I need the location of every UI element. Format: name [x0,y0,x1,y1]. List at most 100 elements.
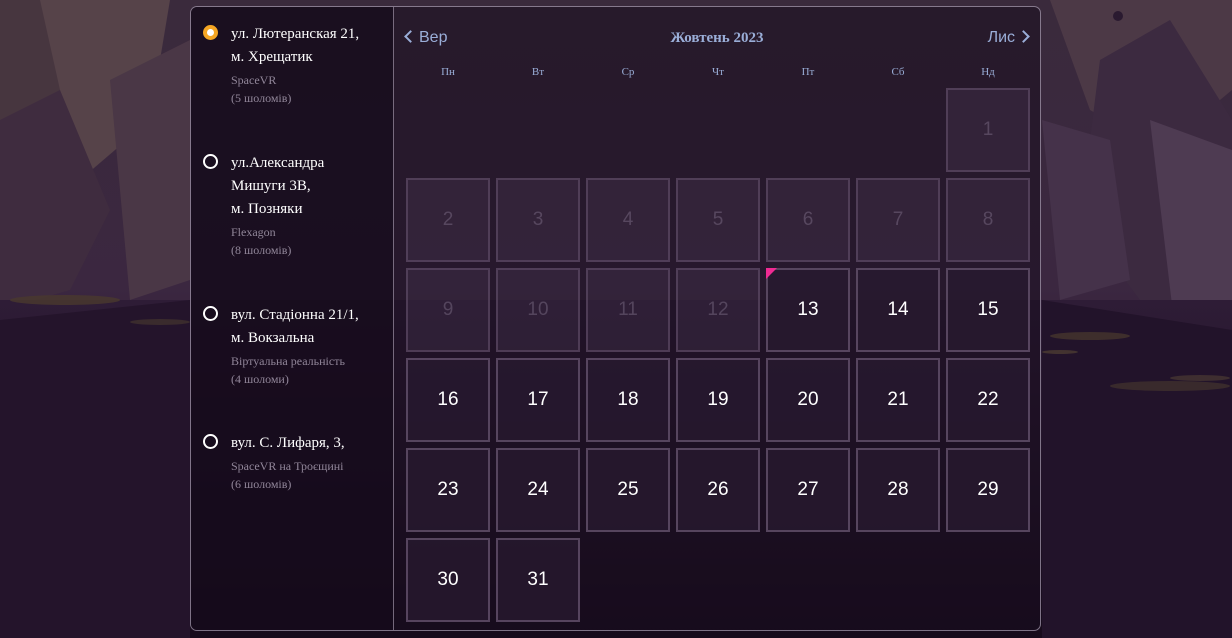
day-cell-25[interactable]: 25 [586,448,670,532]
day-cell-29[interactable]: 29 [946,448,1030,532]
today-marker-icon [766,268,777,279]
day-number: 24 [527,479,549,500]
day-number: 28 [887,479,909,500]
day-cell-5: 5 [676,178,760,262]
day-cell-24[interactable]: 24 [496,448,580,532]
day-cell-15[interactable]: 15 [946,268,1030,352]
day-cell-17[interactable]: 17 [496,358,580,442]
location-venue: SpaceVR [231,73,277,87]
day-cell-4: 4 [586,178,670,262]
location-address: м. Позняки [231,201,303,217]
location-item-stadionna[interactable]: вул. Стадіонна 21/1, м. Вокзальна Віртуа… [203,304,383,388]
day-number: 1 [982,119,994,140]
day-number: 8 [982,209,994,230]
day-cell-20[interactable]: 20 [766,358,850,442]
day-cell-10: 10 [496,268,580,352]
location-headset-count: (4 шоломи) [231,372,289,386]
day-number: 27 [797,479,819,500]
day-cell-12: 12 [676,268,760,352]
next-month-button[interactable]: Лис [987,27,1030,49]
day-cell-13[interactable]: 13 [766,268,850,352]
weekday-label: Пн [441,66,455,78]
day-cell-19[interactable]: 19 [676,358,760,442]
location-item-lyuteranska[interactable]: ул. Лютеранская 21, м. Хрещатик SpaceVR … [203,23,383,107]
day-cell-30[interactable]: 30 [406,538,490,622]
location-headset-count: (6 шоломів) [231,477,292,491]
weekday-label: Вт [531,66,545,78]
day-number: 13 [797,299,819,320]
day-number: 21 [887,389,909,410]
location-address: ул.Александра [231,155,325,171]
location-address: Мишуги 3В, [231,178,311,194]
location-address: м. Хрещатик [231,49,313,65]
day-number: 29 [977,479,999,500]
location-radio[interactable] [203,306,218,321]
day-cell-22[interactable]: 22 [946,358,1030,442]
booking-widget: ул. Лютеранская 21, м. Хрещатик SpaceVR … [190,6,1041,631]
location-address: м. Вокзальна [231,330,315,346]
weekday-label: Чт [712,66,724,78]
day-cell-31[interactable]: 31 [496,538,580,622]
location-item-lyfarya[interactable]: вул. С. Лифаря, 3, SpaceVR на Троєщині (… [203,432,383,493]
day-number: 31 [527,569,549,590]
location-venue: Віртуальна реальність [231,354,345,368]
day-number: 17 [527,389,549,410]
day-cell-7: 7 [856,178,940,262]
location-headset-count: (8 шоломів) [231,243,292,257]
day-number: 23 [437,479,459,500]
day-number: 30 [437,569,459,590]
location-radio-selected[interactable] [203,25,218,40]
day-cell-11: 11 [586,268,670,352]
day-cell-28[interactable]: 28 [856,448,940,532]
day-cell-18[interactable]: 18 [586,358,670,442]
day-number: 2 [442,209,454,230]
day-number: 22 [977,389,999,410]
day-number: 9 [442,299,454,320]
day-number: 12 [707,299,729,320]
day-number: 10 [527,299,549,320]
weekday-label: Сб [891,66,905,78]
day-cell-6: 6 [766,178,850,262]
location-headset-count: (5 шоломів) [231,91,292,105]
day-cell-8: 8 [946,178,1030,262]
day-number: 18 [617,389,639,410]
month-title: Жовтень 2023 [670,30,764,46]
day-number: 26 [707,479,729,500]
day-cell-14[interactable]: 14 [856,268,940,352]
weekday-label: Нд [981,66,995,78]
day-cell-26[interactable]: 26 [676,448,760,532]
location-address: ул. Лютеранская 21, [231,26,360,42]
day-number: 6 [802,209,814,230]
day-cell-27[interactable]: 27 [766,448,850,532]
day-cell-3: 3 [496,178,580,262]
next-month-label: Лис [987,29,1015,46]
day-cell-2: 2 [406,178,490,262]
location-radio[interactable] [203,434,218,449]
chevron-right-icon [1017,30,1030,43]
day-number: 5 [712,209,724,230]
day-cell-21[interactable]: 21 [856,358,940,442]
location-item-mishugy[interactable]: ул.Александра Мишуги 3В, м. Позняки Flex… [203,152,383,259]
day-number: 20 [797,389,819,410]
calendar: Вер Жовтень 2023 Лис Пн Вт Ср Чт Пт Сб Нд 1234… [394,7,1040,630]
location-address: вул. Стадіонна 21/1, [231,307,359,323]
location-venue: Flexagon [231,225,276,239]
location-venue: SpaceVR на Троєщині [231,459,344,473]
day-number: 3 [532,209,544,230]
weekday-label: Ср [621,66,635,78]
day-cell-16[interactable]: 16 [406,358,490,442]
day-number: 7 [892,209,904,230]
day-number: 16 [437,389,459,410]
day-cell-1: 1 [946,88,1030,172]
day-number: 14 [887,299,909,320]
location-list: ул. Лютеранская 21, м. Хрещатик SpaceVR … [191,7,394,630]
weekday-label: Пт [801,66,815,78]
day-number: 15 [977,299,999,320]
day-cell-23[interactable]: 23 [406,448,490,532]
location-radio[interactable] [203,154,218,169]
day-number: 25 [617,479,639,500]
day-number: 11 [618,299,638,320]
day-cell-9: 9 [406,268,490,352]
day-number: 4 [622,209,634,230]
day-number: 19 [707,389,729,410]
